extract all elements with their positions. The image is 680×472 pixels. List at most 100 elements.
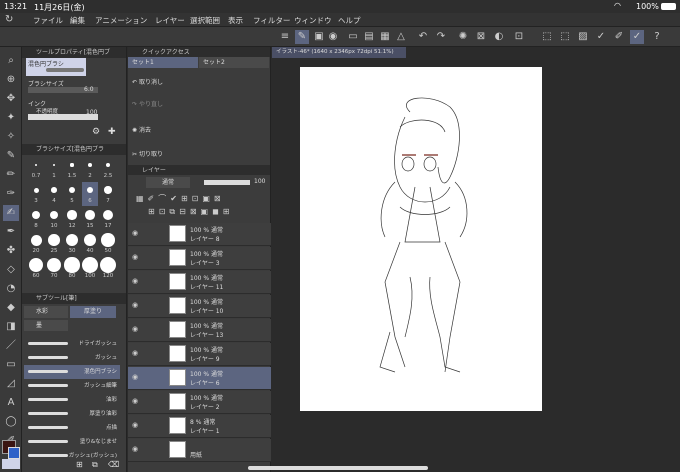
brush-size-option[interactable]: 1.5	[64, 157, 80, 181]
companion-icon[interactable]: ?	[650, 30, 664, 44]
layer-row[interactable]: ◉ 100 % 通常 レイヤー 8	[128, 223, 271, 246]
subtool-item[interactable]: 塗り&なじませ	[24, 435, 120, 449]
layer-row[interactable]: ◉ 100 % 通常 レイヤー 6	[128, 367, 271, 390]
airbrush-icon[interactable]: ✒	[3, 224, 19, 240]
brush-size-option[interactable]: 50	[100, 232, 116, 256]
frame-icon[interactable]: ▭	[3, 357, 19, 373]
gradient-icon[interactable]: ◨	[3, 319, 19, 335]
visibility-eye-icon[interactable]: ◉	[132, 253, 138, 261]
marker-icon[interactable]: ✑	[3, 186, 19, 202]
menu-toggle-icon[interactable]: ≡	[278, 30, 292, 44]
new-file-icon[interactable]: ▭	[346, 30, 360, 44]
move-icon[interactable]: ✥	[3, 91, 19, 107]
brush-size-option[interactable]: 60	[28, 257, 44, 281]
redo-icon[interactable]: ↷	[434, 30, 448, 44]
brush-size-option[interactable]: 3	[28, 182, 44, 206]
visibility-eye-icon[interactable]: ◉	[132, 373, 138, 381]
menu-layer[interactable]: レイヤー	[155, 15, 185, 26]
subtool-add-icon[interactable]: ⊞	[76, 460, 83, 469]
menu-filter[interactable]: フィルター	[253, 15, 290, 26]
eyedropper-icon[interactable]: ✦	[3, 110, 19, 126]
visibility-eye-icon[interactable]: ◉	[132, 445, 138, 453]
brush-size-option[interactable]: 17	[100, 207, 116, 231]
magic-wand-icon[interactable]: ✧	[3, 129, 19, 145]
brush-size-option[interactable]: 2	[82, 157, 98, 181]
subtool-item[interactable]: 混色円ブラシ	[24, 365, 120, 379]
pencil-tool-icon[interactable]: ✏	[3, 167, 19, 183]
brush-size-option[interactable]: 5	[64, 182, 80, 206]
brush-size-option[interactable]: 20	[28, 232, 44, 256]
brush-size-option[interactable]: 0.7	[28, 157, 44, 181]
decoration-icon[interactable]: ✤	[3, 243, 19, 259]
brush-size-option[interactable]: 25	[46, 232, 62, 256]
subtool-item[interactable]: 厚塗り油彩	[24, 407, 120, 421]
visibility-eye-icon[interactable]: ◉	[132, 325, 138, 333]
subtool-item[interactable]: ドライガッシュ	[24, 337, 120, 351]
canvas-tab[interactable]: イラスト-46* (1640 x 2346px 72dpi 51.1%)	[272, 47, 406, 58]
ruler-icon[interactable]: ✓	[594, 30, 608, 44]
menu-view[interactable]: 表示	[228, 15, 243, 26]
text-icon[interactable]: A	[3, 395, 19, 411]
qa-undo[interactable]: ↶ 取り消し	[132, 77, 163, 86]
save-icon[interactable]: ▦	[378, 30, 392, 44]
visibility-eye-icon[interactable]: ◉	[132, 349, 138, 357]
visibility-eye-icon[interactable]: ◉	[132, 277, 138, 285]
menu-help[interactable]: ヘルプ	[338, 15, 361, 26]
figure-icon[interactable]: ／	[3, 338, 19, 354]
layer-row[interactable]: ◉ 8 % 通常 レイヤー 1	[128, 415, 271, 438]
menu-edit[interactable]: 編集	[70, 15, 85, 26]
menu-file[interactable]: ファイル	[33, 15, 63, 26]
layer-row[interactable]: ◉ 100 % 通常 レイヤー 11	[128, 271, 271, 294]
subtool-item[interactable]: ガッシュ細筆	[24, 379, 120, 393]
deselect-icon[interactable]: ⬚	[558, 30, 572, 44]
brush-size-option[interactable]: 80	[64, 257, 80, 281]
brush-size-option[interactable]: 12	[64, 207, 80, 231]
layer-toolbar-row2[interactable]: ⊞⊡⧉⊟⊠▣◼⊞	[148, 207, 268, 219]
brush-size-option[interactable]: 6	[82, 182, 98, 206]
record-icon[interactable]: ◉	[326, 30, 340, 44]
brush-size-option[interactable]: 1	[46, 157, 62, 181]
canvas[interactable]	[300, 67, 542, 411]
clear-icon[interactable]: ⊠	[474, 30, 488, 44]
layer-row[interactable]: ◉ 100 % 通常 レイヤー 2	[128, 391, 271, 414]
qa-redo[interactable]: ↷ やり直し	[132, 99, 163, 108]
layer-row[interactable]: ◉ 100 % 通常 レイヤー 10	[128, 295, 271, 318]
active-pen-icon[interactable]: ✓	[630, 30, 644, 44]
subtool-copy-icon[interactable]: ⧉	[92, 460, 98, 470]
layer-row[interactable]: ◉ 100 % 通常 レイヤー 13	[128, 319, 271, 342]
qa-cut[interactable]: ✂ 切り取り	[132, 149, 163, 158]
subtool-tab-ink[interactable]: 墨	[24, 320, 68, 331]
brush-size-option[interactable]: 2.5	[100, 157, 116, 181]
visibility-eye-icon[interactable]: ◉	[132, 421, 138, 429]
loading-icon[interactable]: ✺	[456, 30, 470, 44]
menu-animation[interactable]: アニメーション	[95, 15, 147, 26]
subtool-tab-watercolor[interactable]: 水彩	[24, 306, 68, 318]
brush-tool-icon[interactable]: ✍	[3, 205, 19, 221]
fill-tool-icon[interactable]: ◆	[3, 300, 19, 316]
subtool-delete-icon[interactable]: ⌫	[108, 460, 119, 469]
brush-size-option[interactable]: 40	[82, 232, 98, 256]
zoom-tool-icon[interactable]: ⊕	[3, 72, 19, 88]
visibility-eye-icon[interactable]: ◉	[132, 397, 138, 405]
visibility-eye-icon[interactable]: ◉	[132, 229, 138, 237]
subtool-item[interactable]: ガッシュ(ガッシュ)	[24, 449, 120, 463]
layer-row[interactable]: ◉ 100 % 通常 レイヤー 3	[128, 247, 271, 270]
open-icon[interactable]: ▤	[362, 30, 376, 44]
brush-size-option[interactable]: 10	[46, 207, 62, 231]
layer-row[interactable]: ◉ 用紙	[128, 439, 271, 462]
export-icon[interactable]: △	[394, 30, 408, 44]
qa-tab-set2[interactable]: セット2	[199, 57, 269, 68]
transparent-color-swatch[interactable]	[2, 459, 20, 469]
layer-opacity-slider[interactable]	[204, 180, 250, 185]
crop-icon[interactable]: ⊡	[512, 30, 526, 44]
ruler-tool-icon[interactable]: ◿	[3, 376, 19, 392]
brush-size-option[interactable]: 4	[46, 182, 62, 206]
pen-icon[interactable]: ✐	[612, 30, 626, 44]
invert-selection-icon[interactable]: ▨	[576, 30, 590, 44]
subtool-item[interactable]: 油彩	[24, 393, 120, 407]
subtool-item[interactable]: 点描	[24, 421, 120, 435]
qa-tab-set1[interactable]: セット1	[128, 57, 198, 68]
brush-size-option[interactable]: 15	[82, 207, 98, 231]
sub-color-swatch[interactable]	[8, 447, 20, 459]
visibility-eye-icon[interactable]: ◉	[132, 301, 138, 309]
